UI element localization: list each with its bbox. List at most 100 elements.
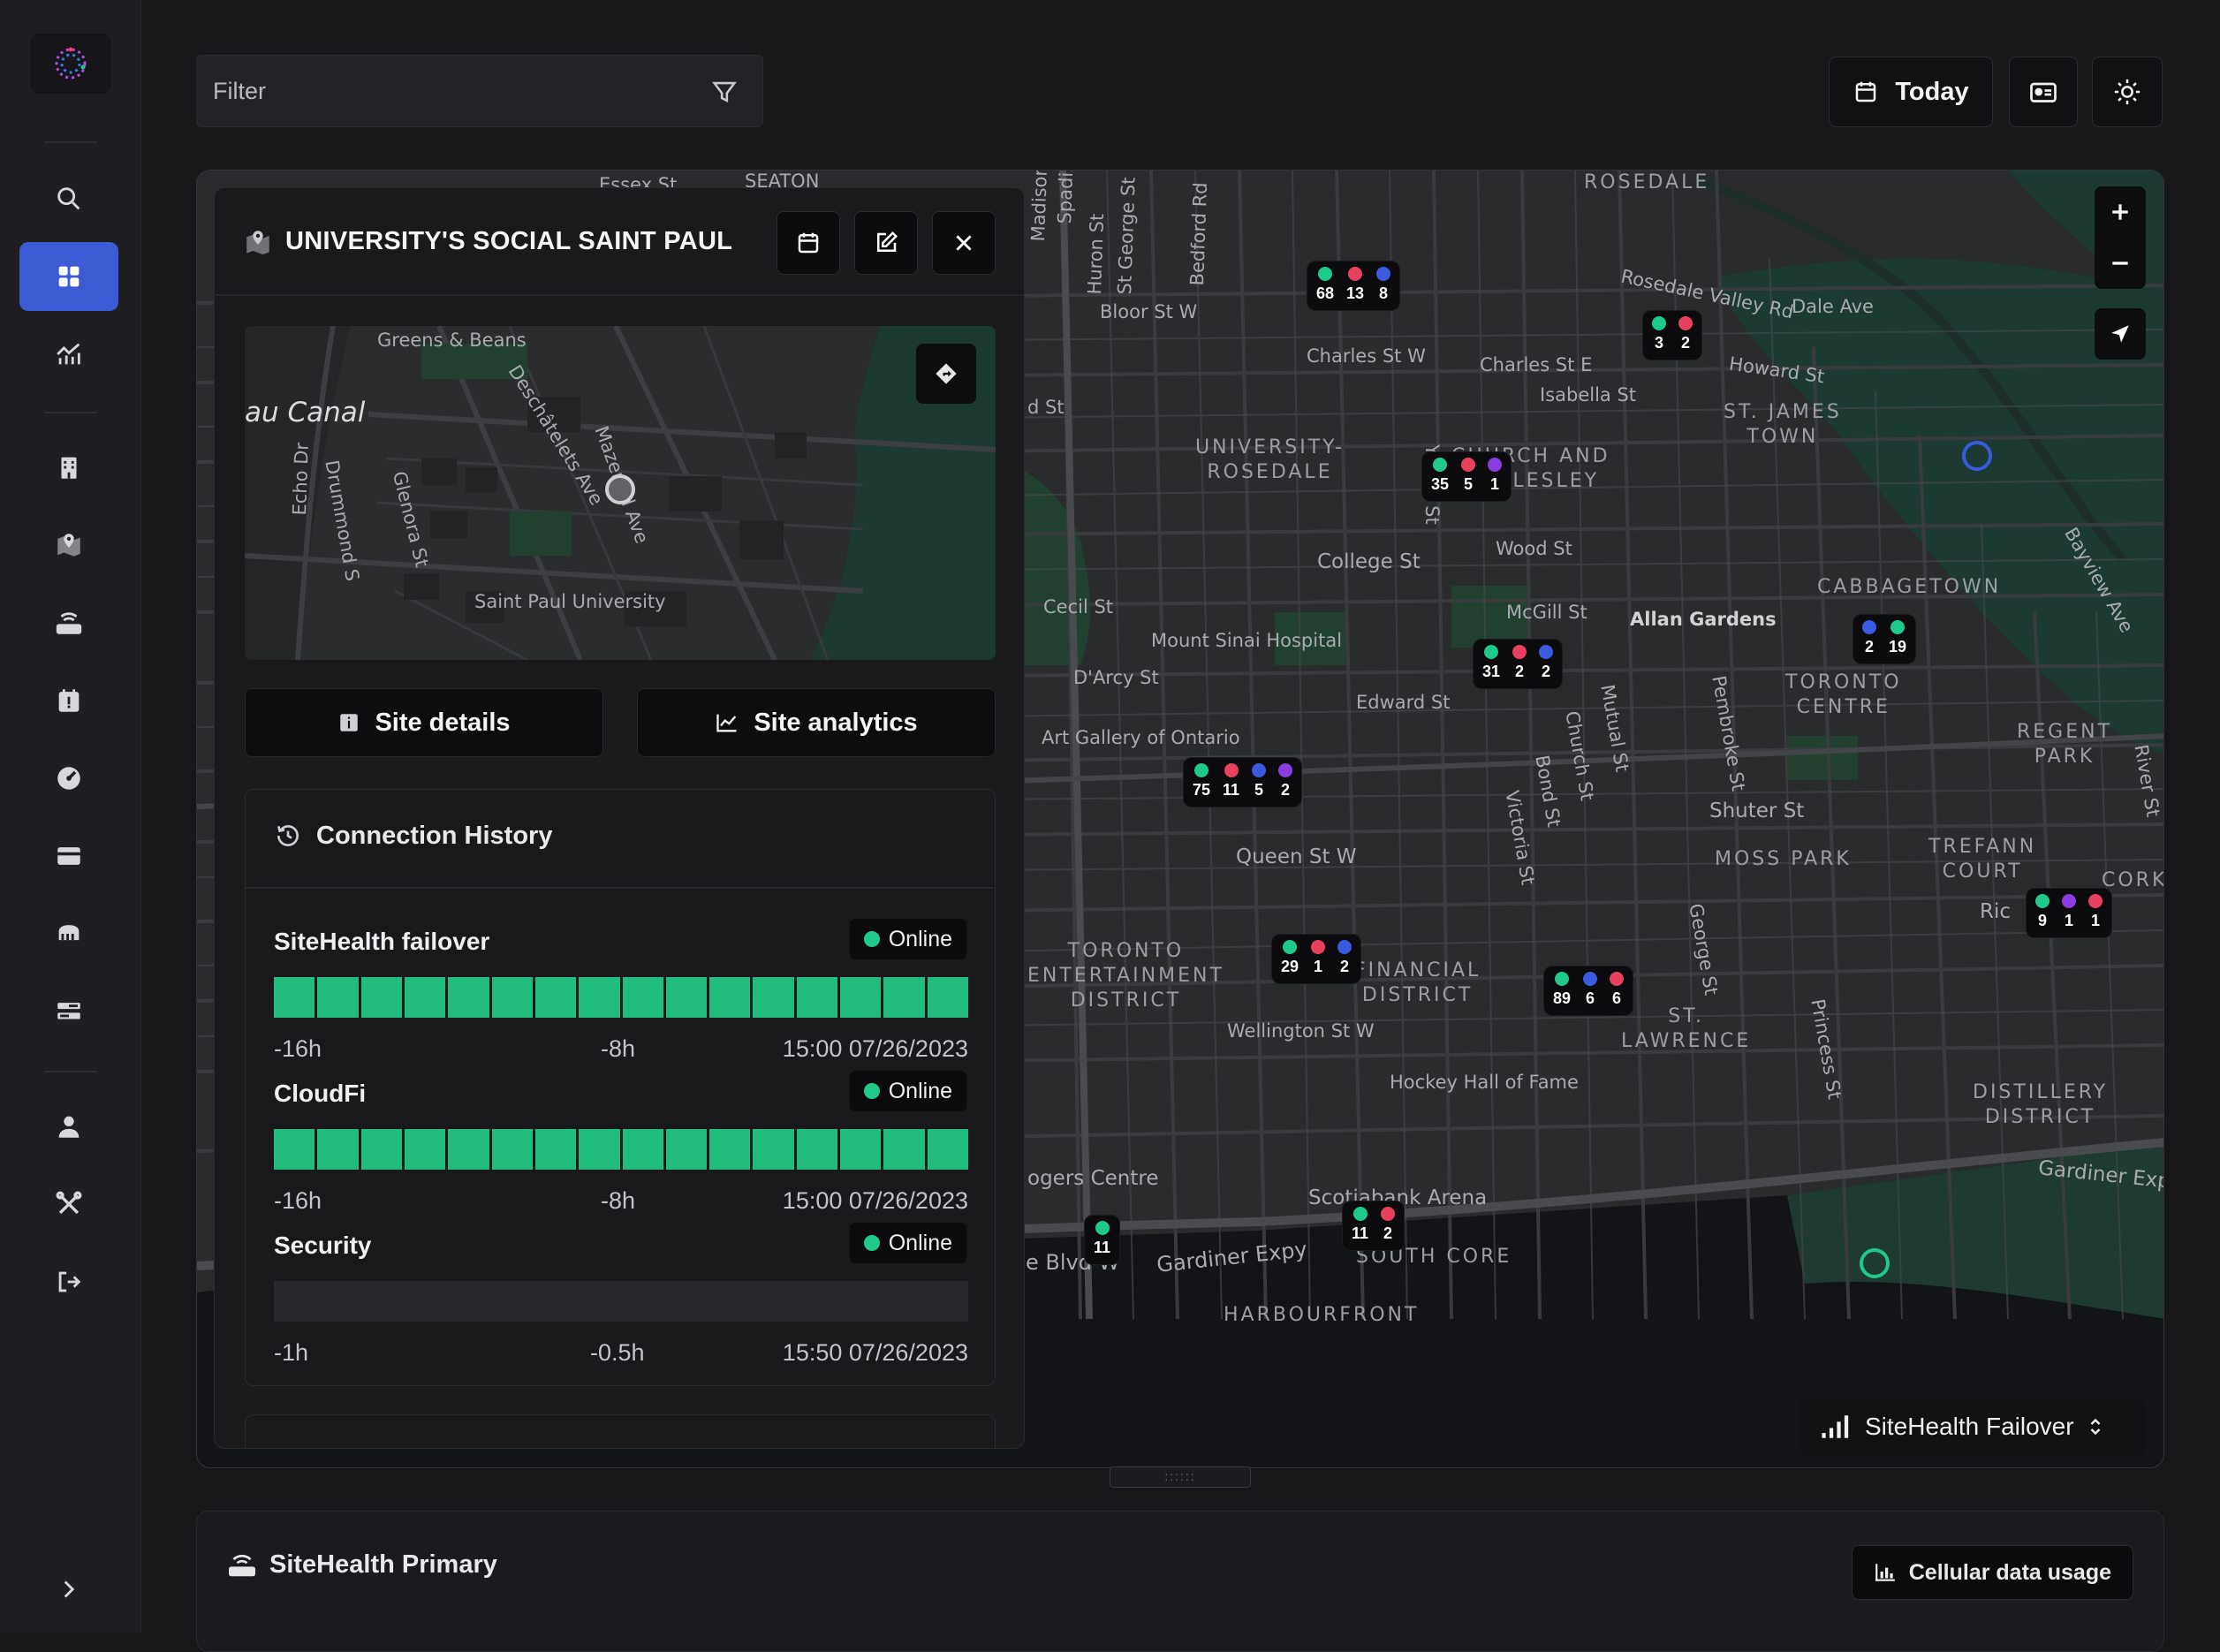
- minimap-label: Saint Paul University: [474, 591, 666, 612]
- sidebar-item-users[interactable]: [19, 1092, 118, 1161]
- dashboard-icon: [58, 266, 80, 287]
- sidebar-item-billing[interactable]: [19, 822, 118, 890]
- axis-end: 15:50 07/26/2023: [782, 1339, 968, 1366]
- cluster-count: 35: [1431, 475, 1450, 493]
- uptime-segment: [622, 977, 663, 1018]
- layer-selector[interactable]: SiteHealth Failover: [1799, 1398, 2146, 1455]
- map-label: Madison Ave: [1027, 170, 1053, 242]
- status-text: Online: [888, 1230, 952, 1255]
- sidebar-item-logout[interactable]: [19, 1247, 118, 1316]
- resize-handle[interactable]: ::::::: [1110, 1466, 1251, 1488]
- uptime-segment: [579, 977, 620, 1018]
- site-cluster[interactable]: 9 1 1: [2026, 888, 2112, 938]
- site-cluster[interactable]: 35 5 1: [1421, 451, 1512, 502]
- edit-icon: [877, 231, 898, 252]
- status-dot: [1512, 645, 1527, 659]
- status-dot: [1610, 972, 1625, 986]
- uptime-segment: [753, 977, 794, 1018]
- map-pin-icon: [57, 534, 80, 557]
- directions-button[interactable]: [916, 344, 976, 404]
- status-dot: [1652, 316, 1666, 330]
- sidebar-item-events[interactable]: [19, 666, 118, 735]
- card-divider: [246, 887, 995, 889]
- site-marker[interactable]: [1962, 441, 1992, 471]
- line-chart-icon: [716, 714, 737, 732]
- sidebar-item-devices[interactable]: [19, 977, 118, 1046]
- axis-mid: -0.5h: [590, 1339, 645, 1366]
- uptime-segment: [665, 1129, 708, 1170]
- map-label: d St: [1027, 397, 1065, 418]
- edit-button[interactable]: [854, 211, 918, 275]
- filter-input[interactable]: [197, 56, 762, 126]
- map-label: Art Gallery of Ontario: [1042, 727, 1240, 748]
- uptime-segment: [709, 977, 751, 1018]
- card-icon: [57, 847, 80, 865]
- sun-icon: [2114, 79, 2140, 105]
- map-label: Charles St W: [1307, 345, 1426, 367]
- map-label: Spadina Rd: [1054, 170, 1080, 224]
- uptime-segment: [534, 977, 577, 1018]
- cluster-count: 1: [1314, 958, 1323, 975]
- sidebar-item-performance[interactable]: [19, 744, 118, 813]
- cellular-data-usage-button[interactable]: Cellular data usage: [1851, 1545, 2133, 1600]
- uptime-segment: [317, 1129, 359, 1170]
- status-dot: [1224, 763, 1239, 777]
- site-analytics-tab[interactable]: Site analytics: [637, 688, 996, 757]
- sidebar-item-buildings[interactable]: [19, 433, 118, 502]
- site-cluster[interactable]: 11 2: [1342, 1201, 1405, 1251]
- map-label: REGENT PARK: [2017, 721, 2113, 768]
- site-details-tab[interactable]: Site details: [245, 688, 603, 757]
- site-cluster[interactable]: 3 2: [1642, 310, 1702, 360]
- site-cluster[interactable]: 29 1 2: [1271, 934, 1362, 984]
- zoom-in-button[interactable]: [2095, 186, 2146, 238]
- calendar-alert-icon: [58, 689, 80, 712]
- filter-box: [196, 55, 763, 127]
- sidebar-expand-button[interactable]: [19, 1555, 118, 1624]
- zoom-out-button[interactable]: [2095, 238, 2146, 289]
- site-cluster[interactable]: 11: [1084, 1215, 1121, 1265]
- status-dot: [1348, 267, 1363, 281]
- site-marker[interactable]: [1860, 1248, 1890, 1278]
- logo[interactable]: [30, 34, 111, 94]
- navigation-icon: [2111, 325, 2129, 343]
- filter-icon[interactable]: [709, 77, 739, 107]
- sidebar-item-sites[interactable]: [19, 511, 118, 580]
- sidebar-item-search[interactable]: [19, 164, 118, 233]
- map-label: Bloor St W: [1100, 301, 1198, 322]
- contact-card-button[interactable]: [2009, 57, 2078, 127]
- site-cluster[interactable]: 31 2 2: [1473, 639, 1564, 689]
- site-panel: UNIVERSITY'S SOCIAL SAINT PAUL Greens & …: [214, 187, 1025, 1449]
- close-button[interactable]: [932, 211, 996, 275]
- map-label: St George St: [1114, 177, 1140, 295]
- locate-button[interactable]: [2095, 308, 2146, 360]
- site-cluster[interactable]: 75 11 5 2: [1183, 757, 1303, 807]
- cluster-count: 89: [1553, 989, 1572, 1007]
- site-minimap[interactable]: Greens & Beans au Canal Deschâtelets Ave…: [245, 326, 996, 660]
- cluster-count: 8: [1379, 284, 1389, 302]
- today-button[interactable]: Today: [1829, 57, 1993, 127]
- site-cluster[interactable]: 68 13 8: [1307, 261, 1401, 311]
- status-dot: [1194, 763, 1209, 777]
- sidebar-item-fleet[interactable]: [19, 899, 118, 968]
- map-label: Wellington St W: [1227, 1020, 1375, 1042]
- sidebar-item-dashboard[interactable]: [19, 242, 118, 311]
- map-label: Dale Ave: [1792, 296, 1874, 317]
- map-label: Charles St E: [1480, 354, 1593, 375]
- info-icon: [340, 714, 359, 731]
- status-dot: [1095, 1221, 1110, 1235]
- map-label: Bedford Rd: [1186, 181, 1212, 286]
- site-cluster[interactable]: 2 19: [1853, 614, 1917, 664]
- cluster-count: 2: [1542, 663, 1551, 680]
- sidebar-item-settings[interactable]: [19, 1170, 118, 1239]
- router-icon: [229, 1555, 255, 1577]
- calendar-icon: [798, 232, 819, 254]
- site-cluster[interactable]: 89 6 6: [1543, 966, 1634, 1016]
- sidebar-item-analytics[interactable]: [19, 320, 118, 389]
- map-label: ogers Centre: [1027, 1167, 1159, 1190]
- schedule-button[interactable]: [777, 211, 840, 275]
- map-label: TORONTO ENTERTAINMENT DISTRICT: [1027, 940, 1224, 1012]
- sidebar-item-routers[interactable]: [19, 588, 118, 657]
- theme-toggle-button[interactable]: [2092, 57, 2163, 127]
- uptime-segment: [840, 977, 882, 1018]
- status-dot: [1283, 940, 1298, 954]
